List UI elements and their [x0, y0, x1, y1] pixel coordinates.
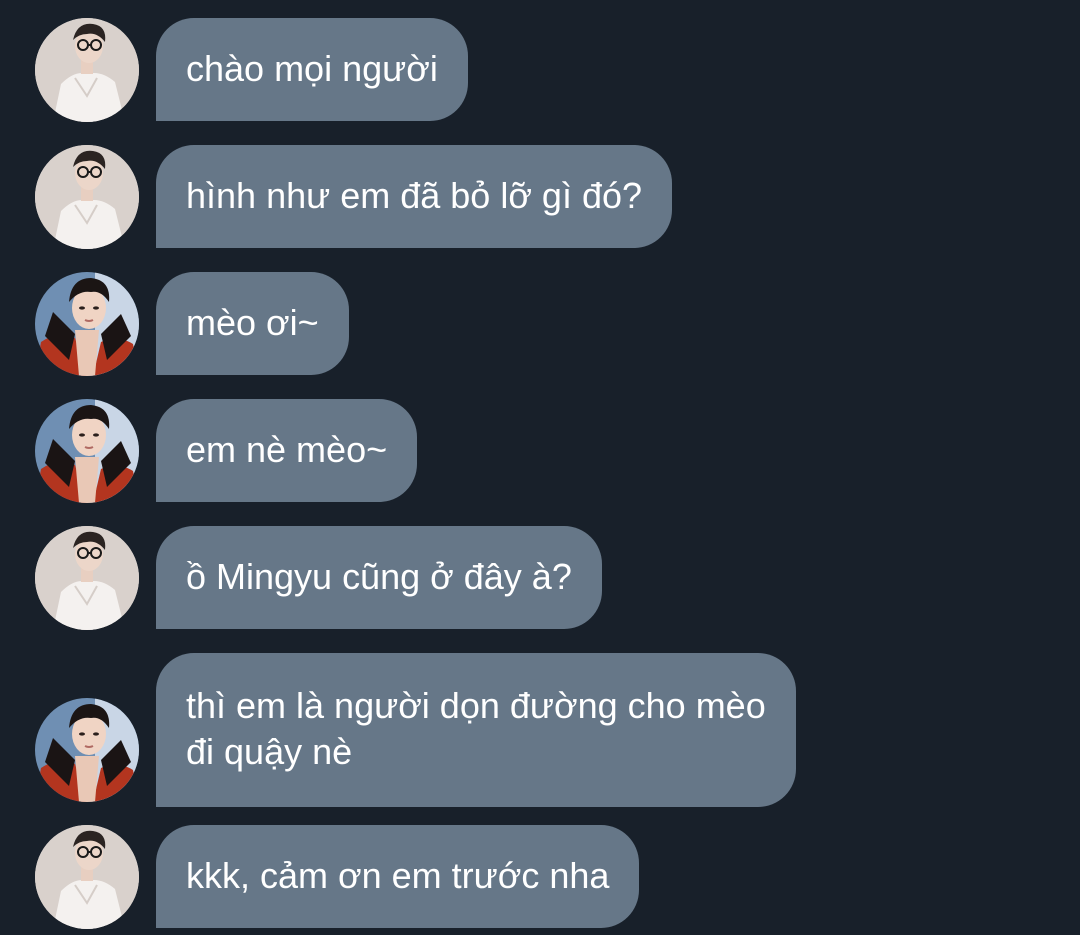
- message-bubble[interactable]: mèo ơi~: [156, 272, 349, 375]
- user-b-avatar[interactable]: [35, 272, 139, 376]
- chat-thread: chào mọi người hình như em đã bỏ lỡ gì đ…: [0, 0, 1080, 935]
- user-a-avatar[interactable]: [35, 825, 139, 929]
- user-b-avatar[interactable]: [35, 399, 139, 503]
- user-a-avatar[interactable]: [35, 145, 139, 249]
- user-a-avatar[interactable]: [35, 526, 139, 630]
- user-b-avatar[interactable]: [35, 698, 139, 802]
- message-bubble[interactable]: chào mọi người: [156, 18, 468, 121]
- message-bubble[interactable]: kkk, cảm ơn em trước nha: [156, 825, 640, 928]
- message-bubble[interactable]: hình như em đã bỏ lỡ gì đó?: [156, 145, 673, 248]
- user-a-avatar[interactable]: [35, 18, 139, 122]
- message-bubble[interactable]: thì em là người dọn đường cho mèo đi quậ…: [156, 653, 796, 807]
- message-bubble[interactable]: em nè mèo~: [156, 399, 418, 502]
- message-bubble[interactable]: ồ Mingyu cũng ở đây à?: [156, 526, 602, 629]
